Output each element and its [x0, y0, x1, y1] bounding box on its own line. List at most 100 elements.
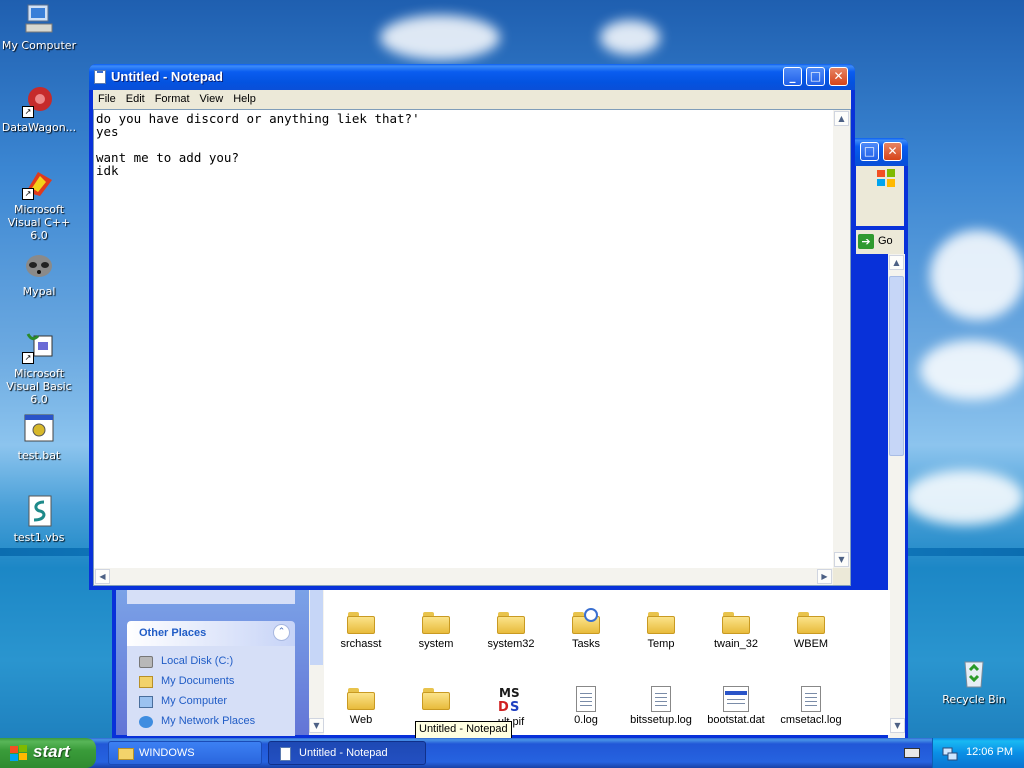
- other-places-link-my-computer[interactable]: My Computer: [161, 695, 227, 707]
- sky-cloud: [380, 15, 500, 60]
- tooltip: Untitled - Notepad: [415, 721, 512, 739]
- sky-cloud: [930, 230, 1024, 320]
- explorer-scroll-down-arrow-icon[interactable]: ▼: [890, 718, 905, 733]
- file-item-folder[interactable]: system32: [474, 612, 548, 650]
- file-item-folder[interactable]: srchasst: [324, 612, 398, 650]
- explorer-vertical-scrollbar[interactable]: ▲: [888, 254, 905, 738]
- data-file-icon: [723, 686, 749, 712]
- network-tray-icon[interactable]: [942, 745, 958, 761]
- desktop-icon-test-bat[interactable]: test.bat: [0, 412, 78, 462]
- file-item-log[interactable]: bitssetup.log: [624, 686, 698, 726]
- menu-format[interactable]: Format: [150, 90, 195, 105]
- file-item-folder[interactable]: Web: [324, 688, 398, 726]
- file-item-label: bitssetup.log: [630, 714, 692, 726]
- windows-flag-icon: [10, 745, 28, 761]
- my-computer-icon: [139, 696, 153, 708]
- task-pane-scroll-thumb[interactable]: [310, 590, 323, 665]
- resize-grip-icon[interactable]: [833, 568, 850, 585]
- svg-text:S: S: [510, 700, 519, 714]
- taskbar: start WINDOWS Untitled - Notepad 12:06 P…: [0, 738, 1024, 768]
- file-item-label: cmsetacl.log: [780, 714, 842, 726]
- menu-help[interactable]: Help: [228, 90, 261, 105]
- explorer-close-button[interactable]: ✕: [883, 142, 902, 161]
- taskbar-button-label: Untitled - Notepad: [299, 747, 388, 759]
- other-places-link-network-places[interactable]: My Network Places: [161, 715, 255, 727]
- task-pane-scroll-down-icon[interactable]: ▼: [309, 718, 324, 733]
- task-box-top: [127, 590, 295, 604]
- file-item-label: twain_32: [713, 638, 759, 650]
- file-item-dat[interactable]: bootstat.dat: [699, 686, 773, 726]
- datawagon-icon: ↗: [22, 84, 56, 118]
- file-item-folder[interactable]: twain_32: [699, 612, 773, 650]
- desktop-icon-label: test.bat: [17, 449, 61, 462]
- taskbar-button-windows[interactable]: WINDOWS: [108, 741, 262, 765]
- msdos-pif-icon: MS D S: [496, 684, 526, 715]
- file-item-log[interactable]: cmsetacl.log: [774, 686, 848, 726]
- desktop-icon-datawagon[interactable]: ↗ DataWagon...: [0, 84, 78, 134]
- notepad-horizontal-scrollbar[interactable]: ◀ ▶: [94, 568, 833, 585]
- menu-view[interactable]: View: [195, 90, 229, 105]
- explorer-maximize-button[interactable]: □: [860, 142, 879, 161]
- computer-icon: [22, 2, 56, 36]
- file-item-folder[interactable]: system: [399, 612, 473, 650]
- scroll-right-arrow-icon[interactable]: ▶: [817, 569, 832, 584]
- keyboard-icon[interactable]: [904, 748, 920, 758]
- other-places-header[interactable]: Other Places ⌃: [127, 621, 295, 646]
- file-item-label: bootstat.dat: [707, 714, 765, 726]
- notepad-vertical-scrollbar[interactable]: ▲ ▼: [833, 110, 850, 568]
- tasks-folder-icon: [572, 608, 600, 634]
- scroll-left-arrow-icon[interactable]: ◀: [95, 569, 110, 584]
- desktop-icon-test1-vbs[interactable]: test1.vbs: [0, 494, 78, 544]
- file-item-label: Web: [349, 714, 373, 726]
- desktop-icon-recycle-bin[interactable]: Recycle Bin: [935, 656, 1013, 706]
- scroll-down-arrow-icon[interactable]: ▼: [834, 552, 849, 567]
- file-item-folder[interactable]: Tasks: [549, 608, 623, 650]
- sky-cloud: [600, 20, 660, 55]
- menu-file[interactable]: File: [93, 90, 121, 105]
- desktop-icon-visual-basic[interactable]: ↗ Microsoft Visual Basic 6.0: [0, 330, 78, 406]
- svg-text:MS: MS: [499, 686, 520, 700]
- go-arrow-icon: ➔: [858, 234, 874, 249]
- text-document-icon: [576, 686, 596, 712]
- other-places-title: Other Places: [139, 627, 207, 639]
- scroll-up-arrow-icon[interactable]: ▲: [834, 111, 849, 126]
- close-button[interactable]: ✕: [829, 67, 848, 86]
- file-item-label: system32: [487, 638, 535, 650]
- desktop-icon-mypal[interactable]: Mypal: [0, 248, 78, 298]
- folder-icon: [497, 612, 525, 634]
- script-file-icon: [22, 494, 56, 528]
- notepad-titlebar[interactable]: Untitled - Notepad _ □ ✕: [89, 64, 855, 90]
- folder-icon: [118, 748, 134, 760]
- collapse-chevron-icon[interactable]: ⌃: [273, 624, 290, 641]
- local-disk-icon: [139, 656, 153, 668]
- file-item-folder[interactable]: [399, 688, 473, 714]
- sky-cloud: [920, 340, 1024, 400]
- scroll-up-arrow-icon[interactable]: ▲: [889, 255, 904, 270]
- folder-icon: [422, 612, 450, 634]
- start-button[interactable]: start: [0, 738, 96, 768]
- maximize-button[interactable]: □: [806, 67, 825, 86]
- notepad-app-icon: [280, 747, 291, 761]
- sky-cloud: [905, 470, 1024, 525]
- notepad-text-area[interactable]: do you have discord or anything liek tha…: [93, 109, 851, 586]
- desktop-icon-my-computer[interactable]: My Computer: [0, 2, 78, 52]
- desktop-icon-visual-cpp[interactable]: ↗ Microsoft Visual C++ 6.0: [0, 166, 78, 242]
- folder-icon: [797, 612, 825, 634]
- other-places-link-my-documents[interactable]: My Documents: [161, 675, 234, 687]
- notepad-content[interactable]: do you have discord or anything liek tha…: [96, 112, 830, 565]
- system-tray: 12:06 PM: [932, 738, 1024, 768]
- file-item-label: srchasst: [340, 638, 382, 650]
- file-item-folder[interactable]: WBEM: [774, 612, 848, 650]
- go-label: Go: [878, 235, 893, 247]
- other-places-link-local-disk[interactable]: Local Disk (C:): [161, 655, 233, 667]
- menu-edit[interactable]: Edit: [121, 90, 150, 105]
- visual-basic-icon: ↗: [22, 330, 56, 364]
- scroll-thumb[interactable]: [889, 276, 904, 456]
- taskbar-button-notepad[interactable]: Untitled - Notepad: [268, 741, 426, 765]
- task-pane-scrollbar[interactable]: ▼: [309, 590, 324, 735]
- notepad-window[interactable]: Untitled - Notepad _ □ ✕ File Edit Format V…: [89, 64, 855, 590]
- go-button[interactable]: ➔ Go: [856, 233, 904, 251]
- file-item-log[interactable]: 0.log: [549, 686, 623, 726]
- minimize-button[interactable]: _: [783, 67, 802, 86]
- file-item-folder[interactable]: Temp: [624, 612, 698, 650]
